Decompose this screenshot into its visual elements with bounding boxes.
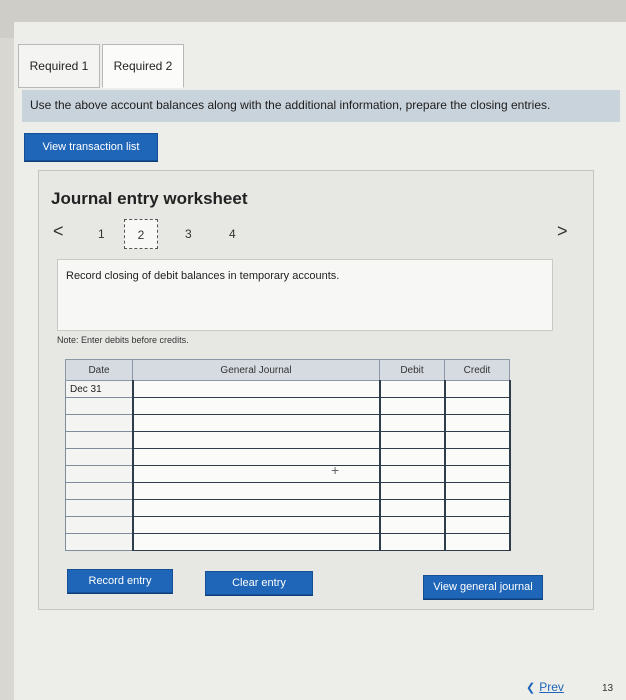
general-journal-header: General Journal xyxy=(132,359,380,381)
note-text: Note: Enter debits before credits. xyxy=(57,335,189,345)
account-cell[interactable] xyxy=(131,499,381,517)
prev-link[interactable]: ❮ Prev xyxy=(526,680,564,694)
account-cell[interactable] xyxy=(131,516,381,534)
credit-cell[interactable] xyxy=(443,448,511,466)
debit-cell[interactable] xyxy=(378,380,446,398)
journal-worksheet-panel: Journal entry worksheet < 1 2 3 4 > Reco… xyxy=(38,170,594,610)
account-cell[interactable] xyxy=(131,465,381,483)
clear-entry-button[interactable]: Clear entry xyxy=(205,571,313,595)
account-cell[interactable] xyxy=(131,448,381,466)
debit-cell[interactable] xyxy=(378,414,446,432)
table-row xyxy=(65,533,511,551)
tab-bar: Required 1 Required 2 xyxy=(18,44,186,88)
date-cell xyxy=(65,414,133,432)
date-header: Date xyxy=(65,359,133,381)
record-entry-button[interactable]: Record entry xyxy=(67,569,173,593)
table-row xyxy=(65,414,511,432)
table-row xyxy=(65,499,511,517)
date-cell: Dec 31 xyxy=(65,380,133,398)
credit-cell[interactable] xyxy=(443,414,511,432)
journal-table: Date General Journal Debit Credit Dec 31 xyxy=(65,359,511,551)
table-row xyxy=(65,397,511,415)
table-row xyxy=(65,482,511,500)
date-cell xyxy=(65,482,133,500)
record-instruction-text: Record closing of debit balances in temp… xyxy=(66,270,340,282)
chevron-left-icon: ❮ xyxy=(526,682,536,694)
debit-cell[interactable] xyxy=(378,516,446,534)
entry-page-4[interactable]: 4 xyxy=(229,227,236,241)
record-instruction-box: Record closing of debit balances in temp… xyxy=(57,259,553,331)
credit-cell[interactable] xyxy=(443,533,511,551)
account-cell[interactable] xyxy=(131,482,381,500)
debit-header: Debit xyxy=(379,359,445,381)
date-cell xyxy=(65,516,133,534)
entry-navigation: < 1 2 3 4 > xyxy=(53,219,573,249)
next-entry-arrow-icon[interactable]: > xyxy=(557,221,568,242)
date-cell xyxy=(65,465,133,483)
view-general-journal-button[interactable]: View general journal xyxy=(423,575,543,599)
table-row: Dec 31 xyxy=(65,380,511,398)
view-transaction-list-button[interactable]: View transaction list xyxy=(24,133,158,161)
credit-cell[interactable] xyxy=(443,465,511,483)
tab-required-2[interactable]: Required 2 xyxy=(102,44,184,88)
date-cell xyxy=(65,499,133,517)
debit-cell[interactable] xyxy=(378,533,446,551)
prev-label: Prev xyxy=(539,680,564,694)
debit-cell[interactable] xyxy=(378,499,446,517)
entry-page-2[interactable]: 2 xyxy=(124,219,158,249)
entry-page-1[interactable]: 1 xyxy=(98,227,105,241)
credit-cell[interactable] xyxy=(443,499,511,517)
mouse-cursor-icon: + xyxy=(331,462,340,478)
instruction-text: Use the above account balances along wit… xyxy=(22,90,620,122)
tab-required-1[interactable]: Required 1 xyxy=(18,44,100,88)
account-cell[interactable] xyxy=(131,414,381,432)
date-cell xyxy=(65,431,133,449)
date-cell xyxy=(65,533,133,551)
table-row xyxy=(65,448,511,466)
account-cell[interactable] xyxy=(131,397,381,415)
table-row xyxy=(65,465,511,483)
date-cell xyxy=(65,397,133,415)
table-row xyxy=(65,516,511,534)
worksheet-title: Journal entry worksheet xyxy=(51,189,248,208)
credit-cell[interactable] xyxy=(443,397,511,415)
debit-cell[interactable] xyxy=(378,448,446,466)
credit-cell[interactable] xyxy=(443,482,511,500)
account-cell[interactable] xyxy=(131,380,381,398)
account-cell[interactable] xyxy=(131,431,381,449)
debit-cell[interactable] xyxy=(378,397,446,415)
credit-cell[interactable] xyxy=(443,431,511,449)
credit-header: Credit xyxy=(444,359,510,381)
table-row xyxy=(65,431,511,449)
prev-entry-arrow-icon[interactable]: < xyxy=(53,221,64,242)
date-cell xyxy=(65,448,133,466)
debit-cell[interactable] xyxy=(378,431,446,449)
entry-page-3[interactable]: 3 xyxy=(185,227,192,241)
credit-cell[interactable] xyxy=(443,516,511,534)
debit-cell[interactable] xyxy=(378,482,446,500)
page-number: 13 xyxy=(602,683,614,694)
account-cell[interactable] xyxy=(131,533,381,551)
credit-cell[interactable] xyxy=(443,380,511,398)
debit-cell[interactable] xyxy=(378,465,446,483)
